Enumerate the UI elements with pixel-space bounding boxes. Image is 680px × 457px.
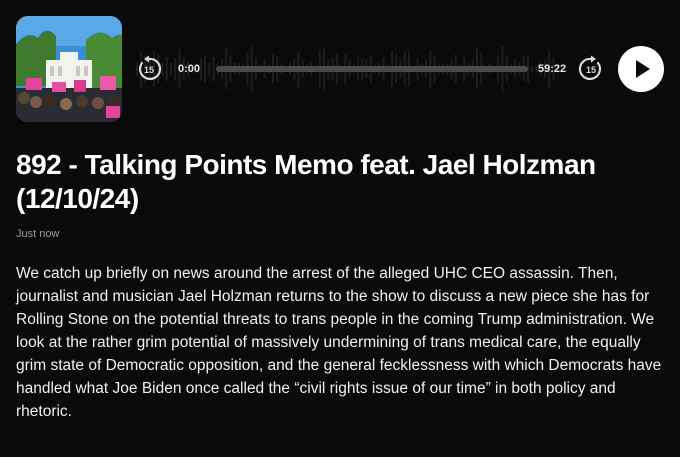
total-time: 59:22 [538, 63, 567, 75]
skip-back-label: 15 [144, 65, 154, 75]
waveform-bar [208, 62, 211, 76]
skip-forward-15-button[interactable]: 15 [576, 54, 606, 84]
rewind-icon: 15 [139, 55, 162, 80]
fast-forward-icon: 15 [578, 55, 601, 80]
current-time: 0:00 [178, 63, 201, 75]
progress-bar[interactable] [216, 66, 528, 72]
waveform-bar [199, 57, 202, 81]
audio-player: 15 0:00 59:22 15 [16, 16, 664, 122]
waveform-bar [170, 62, 172, 76]
episode-cover-art [16, 16, 122, 122]
episode-title: 892 - Talking Points Memo feat. Jael Hol… [16, 149, 596, 214]
episode-description: We catch up briefly on news around the a… [16, 265, 662, 420]
skip-forward-label: 15 [586, 65, 596, 75]
skip-back-15-button[interactable]: 15 [134, 54, 164, 84]
waveform-bar [212, 56, 215, 82]
play-icon [636, 60, 650, 78]
waveform-bar [174, 57, 177, 81]
waveform-bar [165, 56, 168, 82]
waveform-bar [531, 65, 534, 73]
play-button[interactable] [618, 46, 664, 92]
episode-date: Just now [16, 228, 60, 240]
waveform-bar [204, 55, 206, 83]
